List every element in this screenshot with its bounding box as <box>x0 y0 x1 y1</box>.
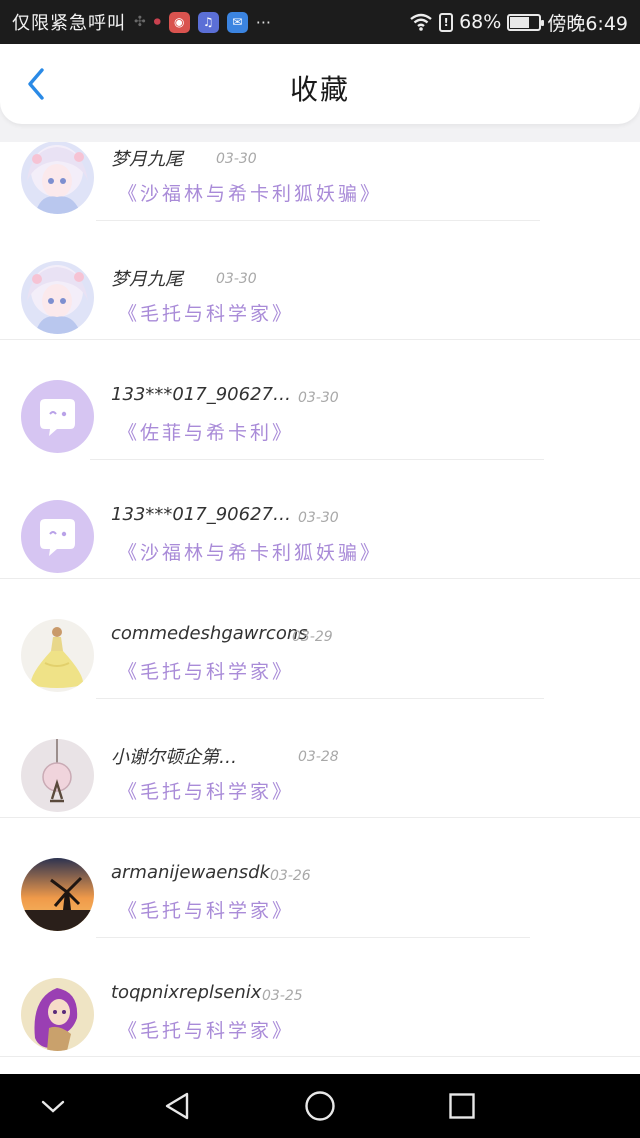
princess-dress-avatar[interactable] <box>21 619 94 692</box>
carrier-text: 仅限紧急呼叫 <box>12 13 126 34</box>
netease-music-icon: ◉ <box>168 11 190 33</box>
date-label: 03-30 <box>216 270 257 287</box>
username[interactable]: 梦月九尾 <box>111 145 183 171</box>
list-item[interactable]: armanijewaensdk 03-26 《毛托与科学家》 <box>0 818 640 938</box>
clock: 傍晚6:49 <box>547 12 628 35</box>
username[interactable]: toqpnixreplsenix <box>111 982 261 1003</box>
battery-percent: 68% <box>459 11 502 33</box>
record-icon: ⏺ <box>153 14 161 30</box>
anime-girl-avatar[interactable] <box>21 142 94 214</box>
book-title-link[interactable]: 《毛托与科学家》 <box>118 299 294 326</box>
purple-hair-girl-avatar[interactable] <box>21 977 94 1051</box>
status-bar: 仅限紧急呼叫 ✣ ⏺ ◉ ♫ ✉ ··· ! 68% 傍晚6:49 <box>0 0 640 44</box>
book-title-link[interactable]: 《毛托与科学家》 <box>118 1016 294 1043</box>
list-item[interactable]: commedeshgawrcons 03-29 《毛托与科学家》 <box>0 579 640 699</box>
recents-nav-button[interactable] <box>422 1074 502 1138</box>
book-title-link[interactable]: 《毛托与科学家》 <box>118 896 294 923</box>
username[interactable]: commedeshgawrcons <box>111 623 308 644</box>
circle-home-icon <box>305 1091 335 1121</box>
username[interactable]: armanijewaensdk <box>111 862 270 883</box>
favorites-list: 梦月九尾 03-30 《沙福林与希卡利狐妖骗》 梦月九尾 03-30 《毛托与科学家》 13… <box>0 142 640 1074</box>
triangle-back-icon <box>165 1092 189 1120</box>
username[interactable]: 133***017_90627… <box>111 384 291 405</box>
square-recents-icon <box>449 1093 475 1119</box>
username[interactable]: 133***017_90627… <box>111 504 291 525</box>
music-app-icon: ♫ <box>197 11 219 33</box>
username[interactable]: 梦月九尾 <box>111 265 183 291</box>
list-item[interactable]: 133***017_90627… 03-30 《佐菲与希卡利》 <box>0 340 640 460</box>
book-title-link[interactable]: 《毛托与科学家》 <box>118 777 294 804</box>
book-title-link[interactable]: 《毛托与科学家》 <box>118 657 294 684</box>
anime-girl-avatar[interactable] <box>21 260 94 334</box>
list-item[interactable]: 小谢尔顿企第… 03-28 《毛托与科学家》 <box>0 699 640 818</box>
list-item[interactable]: 梦月九尾 03-30 《沙福林与希卡利狐妖骗》 <box>0 142 640 221</box>
back-nav-button[interactable] <box>138 1074 218 1138</box>
battery-icon <box>507 13 545 31</box>
wifi-icon <box>409 13 433 31</box>
navigation-bar <box>0 1074 640 1138</box>
header-card: 收藏 <box>0 44 640 124</box>
divider <box>0 1056 640 1057</box>
more-notifications-icon: ··· <box>255 12 271 32</box>
date-label: 03-30 <box>298 509 339 526</box>
battery-fill <box>510 16 530 28</box>
username[interactable]: 小谢尔顿企第… <box>111 743 237 769</box>
nfc-icon: ✣ <box>134 14 146 30</box>
hide-nav-button[interactable] <box>13 1074 93 1138</box>
date-label: 03-25 <box>262 987 303 1004</box>
date-label: 03-30 <box>216 151 257 167</box>
chat-bubble-avatar[interactable] <box>21 380 94 453</box>
book-title-link[interactable]: 《沙福林与希卡利狐妖骗》 <box>118 179 382 206</box>
pendant-avatar[interactable] <box>21 738 94 812</box>
home-nav-button[interactable] <box>280 1074 360 1138</box>
list-item[interactable]: 梦月九尾 03-30 《毛托与科学家》 <box>0 221 640 340</box>
date-label: 03-29 <box>292 629 333 645</box>
date-label: 03-30 <box>298 390 339 406</box>
book-title-link[interactable]: 《佐菲与希卡利》 <box>118 418 294 445</box>
date-label: 03-26 <box>270 868 311 884</box>
chevron-down-icon <box>41 1100 65 1113</box>
chat-bubble-avatar[interactable] <box>21 499 94 573</box>
list-item[interactable]: toqpnixreplsenix 03-25 《毛托与科学家》 <box>0 938 640 1057</box>
page-title: 收藏 <box>289 73 350 106</box>
sim-alert-icon: ! <box>439 12 454 32</box>
book-title-link[interactable]: 《沙福林与希卡利狐妖骗》 <box>118 538 382 565</box>
list-item[interactable]: 133***017_90627… 03-30 《沙福林与希卡利狐妖骗》 <box>0 460 640 579</box>
mail-app-icon: ✉ <box>226 11 248 33</box>
date-label: 03-28 <box>298 748 339 765</box>
header: 收藏 <box>0 44 640 142</box>
windmill-sunset-avatar[interactable] <box>21 858 94 931</box>
